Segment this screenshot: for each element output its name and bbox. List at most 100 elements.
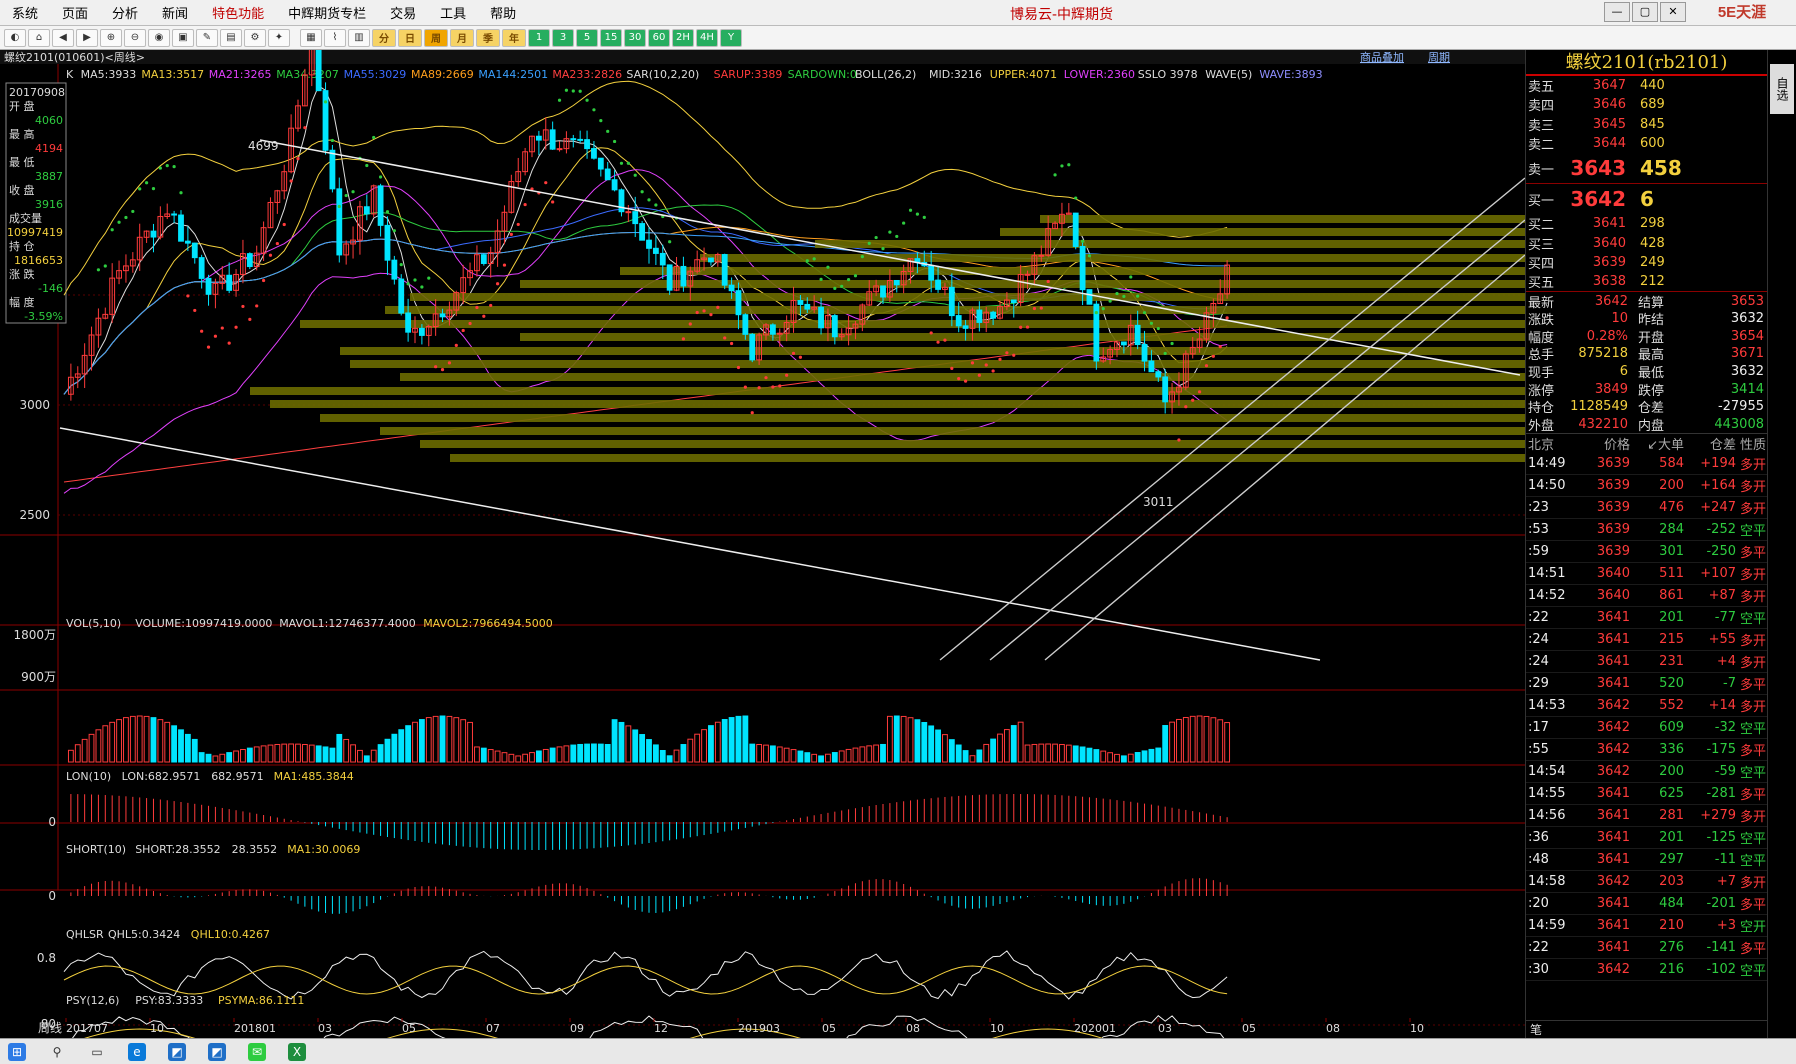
lon-legend-item: 682.9571 xyxy=(211,770,264,783)
app2-icon[interactable]: ◩ xyxy=(208,1042,226,1061)
period-button-2[interactable]: 周 xyxy=(424,28,448,47)
ma-legend-item: MA144:2501 xyxy=(478,68,548,81)
tool-9-icon[interactable]: ▤ xyxy=(220,28,242,47)
browser-icon[interactable]: e xyxy=(128,1042,146,1061)
minute-button-0[interactable]: 1 xyxy=(528,28,550,47)
candle-body xyxy=(804,303,811,310)
volume-bar xyxy=(948,739,955,763)
volume-bar xyxy=(453,717,460,763)
tool-1-icon[interactable]: ⌂ xyxy=(28,28,50,47)
stat-row: 最新 3642 结算 3653 xyxy=(1528,293,1764,311)
info-box-text: -3.59% xyxy=(24,310,63,323)
period-button-4[interactable]: 季 xyxy=(476,28,500,47)
candle-body xyxy=(535,135,542,141)
chart-tool-2-icon[interactable]: ▥ xyxy=(348,28,370,47)
period-button-1[interactable]: 日 xyxy=(398,28,422,47)
period-button-0[interactable]: 分 xyxy=(372,28,396,47)
ma-legend-item: MA89:2669 xyxy=(411,68,474,81)
restore-icon[interactable]: ▢ xyxy=(1632,2,1658,22)
candle-body xyxy=(384,224,391,261)
windows-icon[interactable]: ⊞ xyxy=(8,1042,26,1061)
tool-11-icon[interactable]: ✦ xyxy=(268,28,290,47)
sar-dot xyxy=(963,379,968,383)
ma-legend-item: MA13:3517 xyxy=(141,68,204,81)
ma-legend-item: BOLL(26,2) xyxy=(855,68,916,81)
tool-10-icon[interactable]: ⚙ xyxy=(244,28,266,47)
menu-item-8[interactable]: 帮助 xyxy=(478,3,528,22)
volume-bar xyxy=(109,721,116,763)
menu-item-4[interactable]: 特色功能 xyxy=(200,3,276,22)
minute-button-3[interactable]: 15 xyxy=(600,28,622,47)
tool-4-icon[interactable]: ⊕ xyxy=(100,28,122,47)
sar-dot xyxy=(248,317,252,321)
chart-area[interactable]: 螺纹2101(010601)<周线>商品叠加周期350030002500KMA5… xyxy=(0,50,1525,1038)
excel-icon[interactable]: X xyxy=(288,1042,306,1061)
volume-bar xyxy=(708,725,714,763)
period-button-5[interactable]: 年 xyxy=(502,28,526,47)
task-view-icon[interactable]: ▭ xyxy=(88,1043,106,1061)
kline-chart[interactable]: 螺纹2101(010601)<周线>商品叠加周期350030002500KMA5… xyxy=(0,50,1525,1038)
minute-button-6[interactable]: 2H xyxy=(672,28,694,47)
volume-bar xyxy=(845,748,852,763)
sar-dot xyxy=(1067,163,1071,167)
close-icon[interactable]: ✕ xyxy=(1660,2,1686,22)
tab-ticks[interactable]: 笔 xyxy=(1526,1020,1767,1038)
volume-bar xyxy=(756,744,763,763)
sar-dot xyxy=(578,89,582,93)
minute-button-4[interactable]: 30 xyxy=(624,28,646,47)
sar-dot xyxy=(179,191,183,195)
sar-dot xyxy=(337,204,341,209)
volume-bar xyxy=(329,747,336,763)
menu-item-1[interactable]: 页面 xyxy=(50,3,100,22)
sar-dot xyxy=(213,334,218,338)
tool-8-icon[interactable]: ✎ xyxy=(196,28,218,47)
minute-button-1[interactable]: 3 xyxy=(552,28,574,47)
minimize-icon[interactable]: — xyxy=(1604,2,1630,22)
volume-profile-bar xyxy=(320,414,1525,422)
minute-button-2[interactable]: 5 xyxy=(576,28,598,47)
price-axis-label: 2500 xyxy=(19,508,50,522)
x-tick-label: 05 xyxy=(402,1022,416,1035)
volume-bar xyxy=(928,725,935,763)
tool-7-icon[interactable]: ▣ xyxy=(172,28,194,47)
volume-bar xyxy=(281,743,288,763)
minute-button-8[interactable]: Y xyxy=(720,28,742,47)
volume-bar xyxy=(1169,721,1175,763)
tool-3-icon[interactable]: ▶ xyxy=(76,28,98,47)
wechat-icon[interactable]: ✉ xyxy=(248,1042,266,1061)
tool-2-icon[interactable]: ◀ xyxy=(52,28,74,47)
volume-bar xyxy=(1114,753,1120,763)
volume-bar xyxy=(336,733,343,763)
candle-body xyxy=(976,309,983,323)
menu-item-2[interactable]: 分析 xyxy=(100,3,150,22)
candle-body xyxy=(639,223,646,241)
taskbar: ⊞ ⚲ ▭ e ◩ ◩ ✉ X xyxy=(0,1038,1796,1064)
minute-button-7[interactable]: 4H xyxy=(696,28,718,47)
volume-bar xyxy=(205,753,212,763)
tool-0-icon[interactable]: ◐ xyxy=(4,28,26,47)
chart-tool-1-icon[interactable]: ⌇ xyxy=(324,28,346,47)
sar-dot xyxy=(138,187,142,191)
menu-item-3[interactable]: 新闻 xyxy=(150,3,200,22)
volume-bar xyxy=(1086,747,1093,763)
psy-legend-item: PSY(12,6) xyxy=(66,994,119,1007)
tool-6-icon[interactable]: ◉ xyxy=(148,28,170,47)
volume-bar xyxy=(116,719,122,763)
tick-list[interactable]: 14:49 3639 584 +194 多开 14:50 3639 200 +164 多开:23 3… xyxy=(1526,453,1767,982)
tick-header-cell: 仓差 xyxy=(1709,438,1736,454)
menu-item-5[interactable]: 中辉期货专栏 xyxy=(276,3,378,22)
tool-5-icon[interactable]: ⊖ xyxy=(124,28,146,47)
menu-item-7[interactable]: 工具 xyxy=(428,3,478,22)
search-icon[interactable]: ⚲ xyxy=(48,1043,66,1061)
volume-bar xyxy=(391,733,398,763)
sar-dot xyxy=(723,336,727,340)
period-button-3[interactable]: 月 xyxy=(450,28,474,47)
menu-item-6[interactable]: 交易 xyxy=(378,3,428,22)
menu-item-0[interactable]: 系统 xyxy=(0,3,50,22)
sar-dot xyxy=(902,221,906,225)
minute-button-5[interactable]: 60 xyxy=(648,28,670,47)
chart-tool-0-icon[interactable]: ▦ xyxy=(300,28,322,47)
candle-body xyxy=(1141,344,1148,362)
app-icon[interactable]: ◩ xyxy=(168,1042,186,1061)
tab-watchlist[interactable]: 自选 xyxy=(1770,64,1794,114)
